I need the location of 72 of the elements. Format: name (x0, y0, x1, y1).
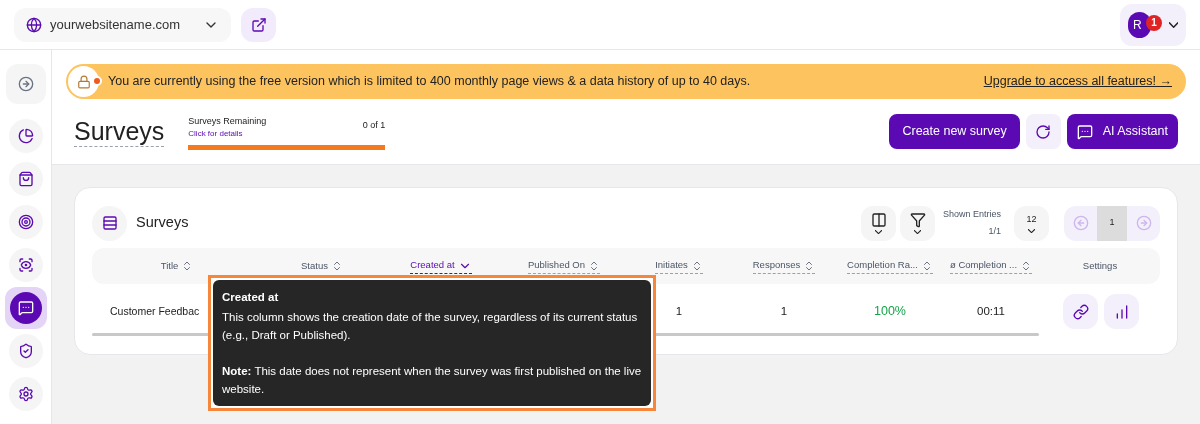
column-header[interactable]: Responses (752, 258, 816, 274)
sidebar-item[interactable] (8, 119, 43, 153)
arrow-right-icon (1135, 215, 1152, 231)
columns-button[interactable] (861, 205, 896, 241)
column-header[interactable]: Status (301, 258, 343, 274)
collapse-button[interactable] (5, 64, 46, 104)
column-header[interactable]: ø Completion ... (949, 258, 1033, 274)
quota-reading: 0 of 1 (362, 118, 386, 132)
chat-icon (17, 300, 34, 316)
shown-entries-label: Shown Entries (942, 207, 1001, 221)
chevron-icon (875, 230, 882, 234)
banner-text: You are currently using the free version which is limited to 400 monthly page views & a data history of up to 40 days. (108, 73, 752, 91)
column-header[interactable]: Completion Ra... (847, 258, 933, 274)
settings-icon (17, 386, 34, 402)
chevron-icon (1028, 229, 1035, 234)
details-link[interactable]: Click for details (188, 128, 363, 141)
table-cell-text: 00:11 (977, 303, 1005, 319)
scan-icon (17, 257, 34, 273)
table-cell-text: 1 (675, 303, 683, 319)
tooltip-title: Created at (222, 290, 280, 305)
refresh-icon (1035, 123, 1052, 140)
site-selector[interactable]: yourwebsitename.com (14, 7, 231, 42)
table-cell-text: 100% (874, 303, 906, 321)
copy-link-button[interactable] (1063, 294, 1098, 329)
sort-icon (588, 259, 600, 272)
shown-entries-value: 1/1 (988, 225, 1001, 238)
create-survey-button[interactable]: Create new survey (889, 114, 1020, 149)
target-icon (17, 214, 34, 230)
lock-icon (68, 66, 99, 97)
refresh-button[interactable] (1025, 114, 1061, 149)
quota-label: Surveys Remaining (188, 114, 268, 128)
globe-icon (26, 16, 42, 33)
notification-badge: 1 (1146, 14, 1162, 31)
sidebar-item[interactable] (8, 377, 43, 411)
sidebar-item[interactable] (4, 287, 47, 329)
card-title: Surveys (136, 213, 189, 233)
sidebar-item[interactable] (8, 248, 43, 282)
ai-assistant-button[interactable]: AI Assistant (1066, 114, 1178, 149)
filter-icon (909, 212, 926, 228)
collapse-icon (17, 76, 34, 92)
column-header[interactable]: Initiates (655, 258, 703, 274)
column-header[interactable]: Created at (410, 258, 472, 274)
chat-icon (1076, 123, 1093, 140)
open-site-button[interactable] (241, 7, 276, 42)
column-header[interactable]: Title (160, 258, 194, 274)
column-header[interactable]: Published On (527, 258, 600, 274)
filter-button[interactable] (900, 205, 935, 241)
external-link-icon (250, 16, 267, 33)
shopping-bag-icon (17, 171, 34, 187)
sidebar-item[interactable] (8, 162, 43, 196)
table-cell: Customer Feedbac (110, 304, 200, 317)
page-size-select[interactable]: 12 (1014, 205, 1049, 241)
avatar: R (1128, 11, 1151, 38)
sidebar-item[interactable] (8, 334, 43, 368)
shield-icon (17, 343, 34, 359)
page-title: Surveys (74, 116, 165, 147)
columns-icon (870, 212, 887, 228)
pie-chart-icon (17, 128, 34, 144)
link-icon (1072, 303, 1089, 320)
table-cell-text: 1 (780, 303, 788, 319)
chevron-icon (914, 230, 921, 234)
sidebar-item[interactable] (8, 205, 43, 239)
tooltip-note: Note: This date does not represent when the survey was first published on the live website. (222, 364, 642, 397)
page-button[interactable]: 1 (1097, 205, 1127, 241)
statistics-button[interactable] (1104, 294, 1139, 329)
tooltip-body: This column shows the creation date of the survey, regardless of its current status (e.g., Draft or Published). (222, 310, 639, 343)
upgrade-link[interactable]: Upgrade to access all features! → (983, 72, 1172, 91)
chevron-icon (1168, 21, 1178, 28)
card-icon (92, 205, 127, 241)
arrow-left-icon (1072, 215, 1089, 231)
column-header[interactable]: Settings (1082, 258, 1118, 274)
user-menu[interactable]: R 1 (1120, 3, 1186, 46)
